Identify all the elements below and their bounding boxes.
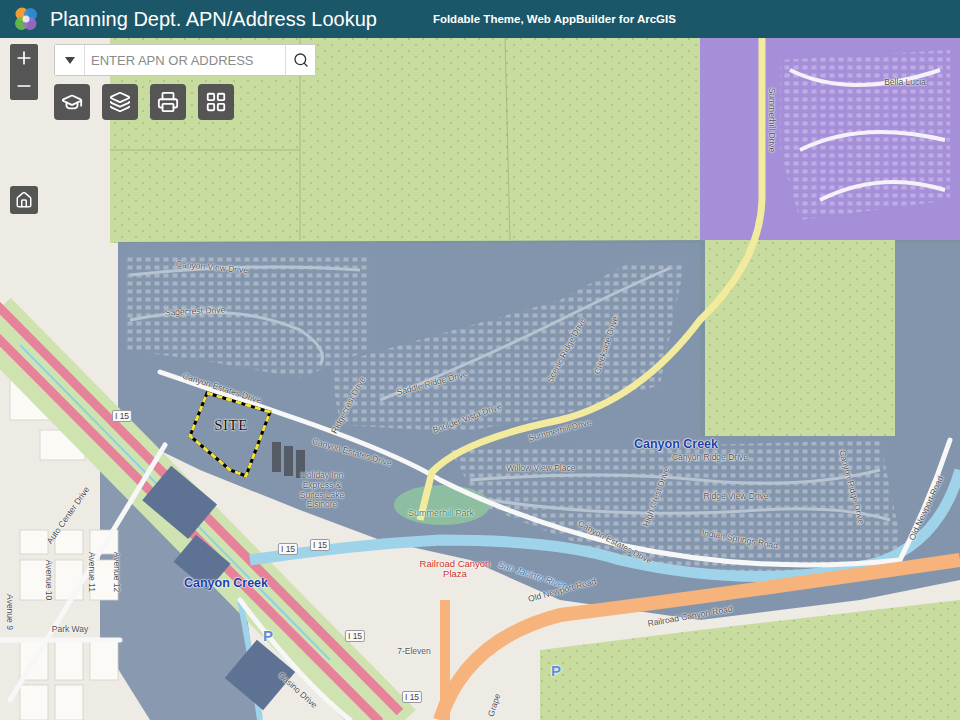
map-label: Park Way <box>52 624 89 634</box>
open-space <box>540 600 960 720</box>
map-label: Summerhill Drive <box>527 417 592 443</box>
grid-icon <box>205 91 227 113</box>
map-label: Scenic Ridge Drive <box>545 316 588 385</box>
map-label: Sagecrest Drive <box>165 304 226 317</box>
map-label: Canyon Creek <box>634 437 718 451</box>
app-title: Planning Dept. APN/Address Lookup <box>50 8 377 31</box>
map-label: Summerhill Park <box>408 508 474 518</box>
map-label: Railroad Canyon Plaza <box>417 559 493 580</box>
park <box>394 485 490 525</box>
map-label: Grape <box>486 692 503 718</box>
map-label: Avenue 9 <box>5 594 15 630</box>
building <box>272 442 305 478</box>
map-label: Canyon Estates Drive <box>311 436 393 468</box>
map-label: High Crest Drive <box>641 466 672 528</box>
map-label: 7-Eleven <box>387 647 441 657</box>
open-space <box>700 240 895 436</box>
map-label: Creekside Drive <box>592 315 620 376</box>
map-label: I 15 <box>402 691 422 703</box>
map-label: Summerhill Drive <box>767 88 777 153</box>
road <box>10 445 165 700</box>
map-label: I 15 <box>112 410 132 422</box>
print-button[interactable] <box>150 84 186 120</box>
neighborhood <box>125 255 370 378</box>
zoom-control <box>10 44 38 100</box>
freeway-median <box>0 318 395 720</box>
map-label: Canyon Ridge Drive <box>837 449 866 525</box>
neighborhood <box>330 262 685 432</box>
graduation-cap-icon <box>61 91 83 113</box>
map-label: Avenue 12 <box>112 552 122 593</box>
about-button[interactable] <box>54 84 90 120</box>
map-label: Old Newport Road <box>527 576 597 604</box>
road <box>420 38 762 520</box>
map-label: I 15 <box>278 543 298 555</box>
map-label: P <box>551 662 561 679</box>
map-label: Canyon Ridge Drive <box>672 452 748 462</box>
search-source-dropdown[interactable] <box>55 45 85 75</box>
map-label: Indian Springs Road <box>701 527 779 550</box>
map-label: Canyon Creek <box>184 576 268 590</box>
map-label: Boulder Vista Drive <box>431 401 503 435</box>
map-label: Canyon Estates Drive <box>181 371 262 406</box>
map-label: Bella Lucia <box>884 77 926 87</box>
plus-icon <box>14 48 34 68</box>
zoom-in-button[interactable] <box>10 44 38 72</box>
map-label: Ridgecrest Drive <box>329 375 367 435</box>
road <box>440 560 960 720</box>
map-controls <box>10 44 38 214</box>
printer-icon <box>157 91 179 113</box>
home-button[interactable] <box>10 186 38 214</box>
map-labels: SITE Canyon Creek Canyon Creek I 15 I 15 I 15… <box>0 38 960 720</box>
layers-button[interactable] <box>102 84 138 120</box>
neighborhood <box>780 50 950 220</box>
map-label: Holiday Inn Express & Suites Lake Elsino… <box>295 471 349 510</box>
map-canvas[interactable] <box>0 38 960 720</box>
map-label: SITE <box>214 417 248 434</box>
map-label: I 15 <box>345 630 365 642</box>
top-tools <box>54 44 316 120</box>
minus-icon <box>14 76 34 96</box>
header: Planning Dept. APN/Address Lookup Foldabl… <box>0 0 960 38</box>
home-icon <box>15 191 33 209</box>
map-label: San Jacinto River <box>497 559 567 590</box>
map-label: Railroad Canyon Road <box>647 604 733 629</box>
app-subtitle: Foldable Theme, Web AppBuilder for ArcGI… <box>433 13 676 25</box>
map-label: Avenue 11 <box>87 552 97 592</box>
river <box>250 470 960 577</box>
map-label: P <box>263 627 273 644</box>
map-label: Canyon Estates Drive <box>576 518 653 565</box>
freeway <box>0 330 380 720</box>
dropdown-triangle-icon <box>65 57 75 64</box>
app-logo-icon <box>12 5 40 33</box>
map-label: Avenue 10 <box>44 560 54 601</box>
search-button[interactable] <box>285 45 315 75</box>
road <box>0 638 120 643</box>
map-label: Saddle Ridge Drive <box>395 369 468 398</box>
residential-area <box>700 38 960 240</box>
app: Planning Dept. APN/Address Lookup Foldabl… <box>0 0 960 720</box>
map-label: Casino Drive <box>277 670 320 710</box>
search-bar <box>54 44 316 76</box>
magnifier-icon <box>293 52 309 68</box>
map-label: I 15 <box>310 539 330 551</box>
freeway <box>0 298 400 712</box>
map[interactable]: SITE Canyon Creek Canyon Creek I 15 I 15 I 15… <box>0 38 960 720</box>
map-label: Auto Center Drive <box>45 484 92 545</box>
tool-row <box>54 84 316 120</box>
layers-icon <box>109 91 131 113</box>
map-background <box>0 38 960 720</box>
map-label: Willow View Place <box>507 463 576 473</box>
search-input[interactable] <box>85 45 285 75</box>
map-label: Ridge View Drive <box>703 491 768 501</box>
road <box>440 600 450 720</box>
zoom-out-button[interactable] <box>10 72 38 100</box>
map-label: Old Newport Road <box>907 474 946 542</box>
road <box>900 440 950 560</box>
road <box>160 372 900 565</box>
map-label: Canyon View Drive <box>176 259 249 275</box>
widgets-button[interactable] <box>198 84 234 120</box>
site-boundary[interactable] <box>190 393 270 476</box>
